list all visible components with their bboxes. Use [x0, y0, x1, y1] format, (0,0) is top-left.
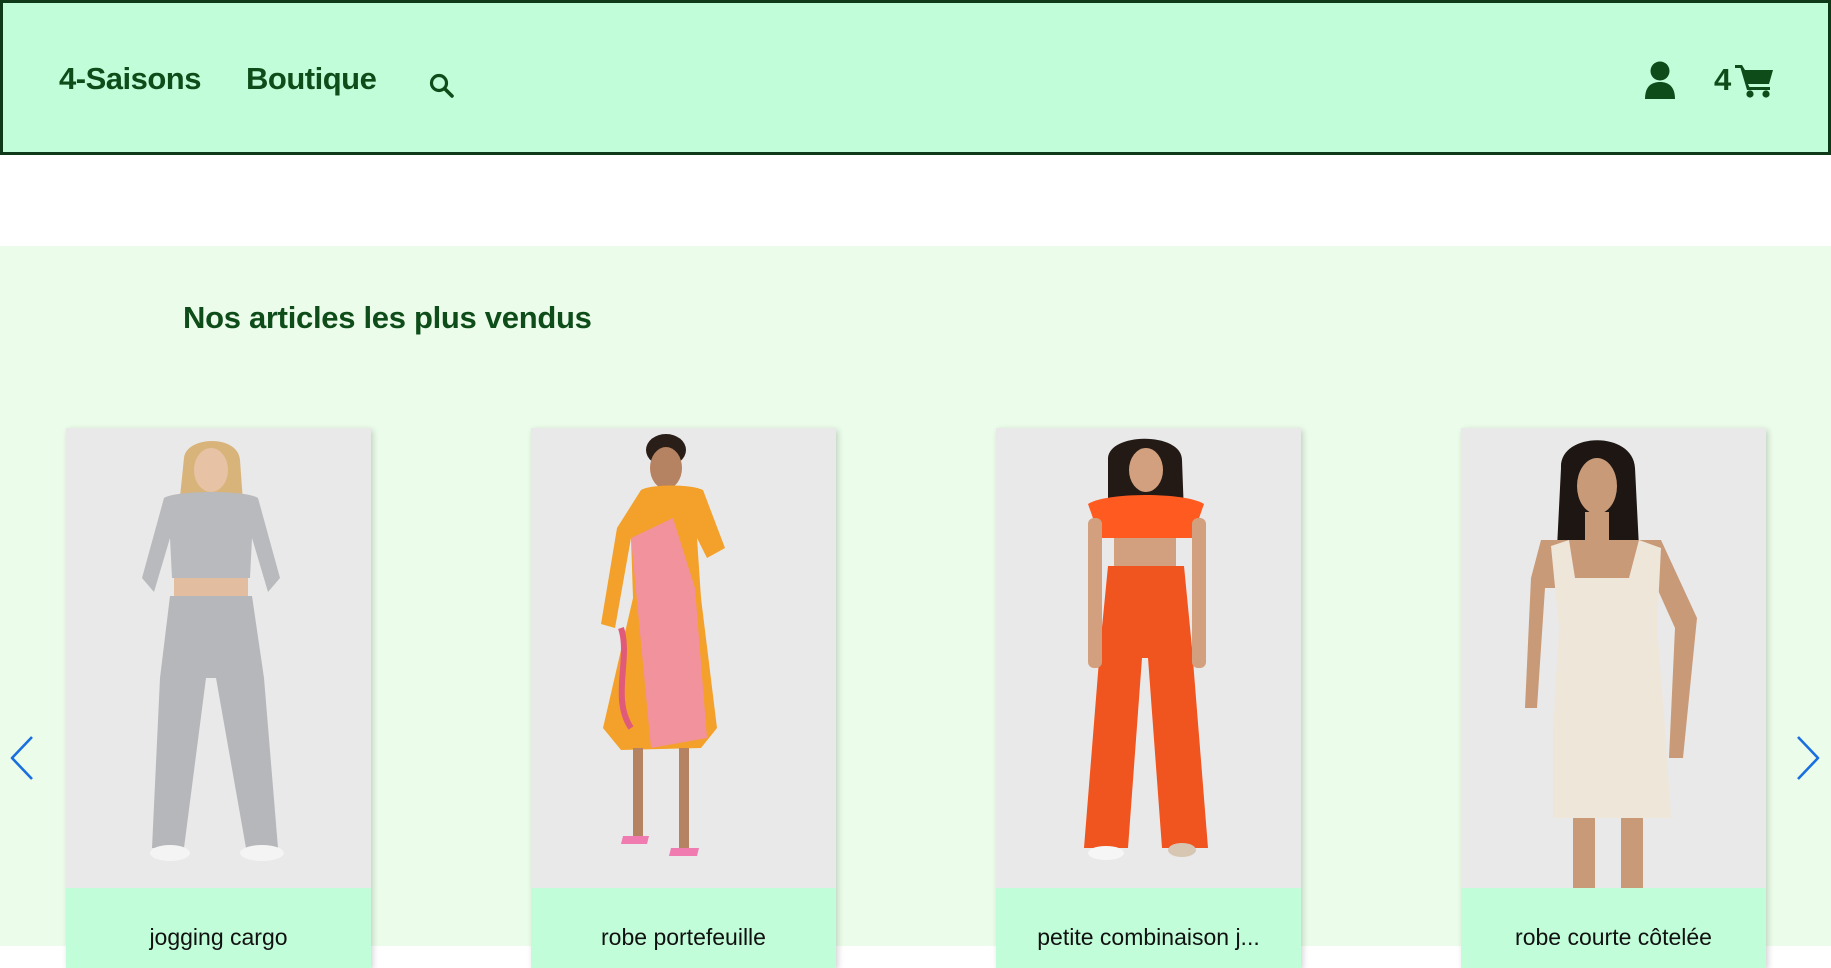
product-name: robe courte côtelée — [1461, 888, 1766, 968]
product-image — [1461, 428, 1766, 888]
bestsellers-section: Nos articles les plus vendus jogging car… — [0, 246, 1831, 968]
search-icon[interactable] — [428, 72, 456, 100]
product-image — [66, 428, 371, 888]
cart-count: 4 — [1714, 62, 1732, 97]
product-card[interactable]: jogging cargo — [66, 428, 371, 968]
product-image — [996, 428, 1301, 888]
cart-icon — [1735, 65, 1774, 98]
user-icon[interactable] — [1644, 61, 1676, 99]
product-name: petite combinaison j... — [996, 888, 1301, 968]
site-header: 4-Saisons Boutique 4 — [0, 0, 1831, 155]
product-card[interactable]: petite combinaison j... — [996, 428, 1301, 968]
section-title: Nos articles les plus vendus — [183, 300, 592, 335]
product-card[interactable]: robe portefeuille — [531, 428, 836, 968]
product-name: jogging cargo — [66, 888, 371, 968]
chevron-right-icon[interactable] — [1792, 734, 1822, 782]
cart-button[interactable]: 4 — [1714, 61, 1775, 99]
product-name: robe portefeuille — [531, 888, 836, 968]
product-image — [531, 428, 836, 888]
product-card[interactable]: robe courte côtelée — [1461, 428, 1766, 968]
nav-link-boutique[interactable]: Boutique — [246, 61, 377, 97]
brand-link[interactable]: 4-Saisons — [59, 61, 201, 97]
chevron-left-icon[interactable] — [8, 734, 38, 782]
